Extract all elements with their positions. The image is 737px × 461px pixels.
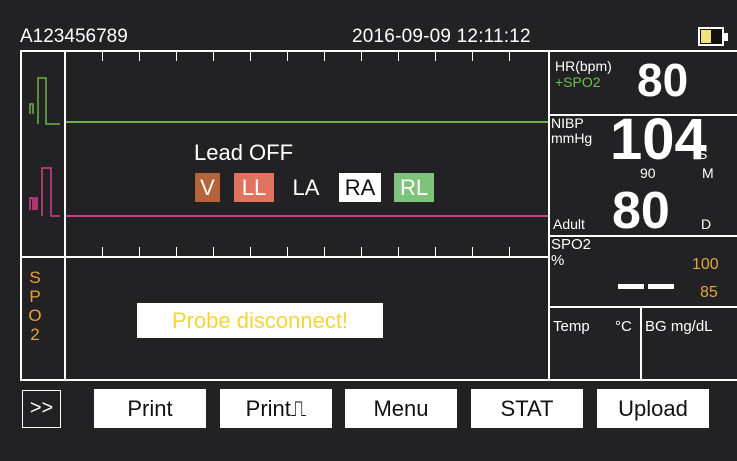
ecg-tick — [287, 247, 288, 256]
ecg-tick — [472, 52, 473, 61]
spo2-low-limit: 85 — [700, 284, 718, 301]
nibp-label: NIBP mmHg — [551, 116, 592, 146]
nibp-unit: mmHg — [551, 130, 593, 146]
spo2-letter: S — [29, 268, 41, 287]
nibp-d-label: D — [701, 216, 712, 232]
hr-label: HR(bpm) — [555, 58, 612, 74]
frame-left — [20, 50, 22, 380]
spo2-vertical-title: S P O 2 — [28, 268, 42, 344]
nibp-title: NIBP — [551, 115, 584, 131]
hr-source-label: +SPO2 — [555, 74, 601, 90]
frame-spo2-divider — [64, 256, 66, 380]
ecg-tick — [324, 52, 325, 61]
spo2-value-dash — [618, 284, 644, 289]
ecg-tick — [139, 52, 140, 61]
ecg-calibration-marks — [29, 77, 60, 217]
spo2-letter: P — [29, 287, 41, 306]
ecg-tick — [102, 52, 103, 61]
ecg-tick — [509, 52, 510, 61]
ecg-tick — [435, 247, 436, 256]
device-id: A123456789 — [20, 26, 128, 47]
spo2-unit: % — [551, 252, 565, 269]
spo2-label: SPO2 % — [551, 237, 591, 269]
temp-unit: °C — [615, 318, 632, 335]
ecg-tick — [250, 52, 251, 61]
ecg-tick — [509, 247, 510, 256]
frame-bottom — [20, 379, 737, 381]
ecg-trace-upper — [66, 121, 548, 123]
frame-spo2-bottom — [548, 306, 737, 308]
ecg-tick — [361, 52, 362, 61]
stat-button[interactable]: STAT — [471, 389, 583, 428]
nibp-diastolic-value: 80 — [612, 182, 670, 240]
ecg-tick — [398, 52, 399, 61]
print-button[interactable]: Print — [94, 389, 206, 428]
nibp-mean-value: 90 — [640, 165, 656, 181]
battery-level — [701, 30, 711, 43]
nibp-systolic-value: 104 — [610, 107, 707, 172]
upload-button[interactable]: Upload — [597, 389, 709, 428]
lead-ra: RA — [339, 173, 381, 202]
ecg-tick — [250, 247, 251, 256]
ecg-tick — [176, 247, 177, 256]
nibp-m-label: M — [702, 165, 714, 181]
ecg-tick — [435, 52, 436, 61]
ecg-tick — [213, 52, 214, 61]
spo2-title: SPO2 — [551, 236, 592, 253]
date-time: 2016-09-09 12:11:12 — [352, 26, 531, 47]
ecg-trace-lower — [66, 215, 548, 217]
frame-mid — [20, 256, 550, 258]
probe-disconnect-message: Probe disconnect! — [137, 303, 383, 338]
frame-right-panel — [548, 50, 550, 380]
more-button[interactable]: >> — [22, 390, 61, 428]
spo2-high-limit: 100 — [692, 256, 719, 273]
ecg-tick — [102, 247, 103, 256]
bg-label: BG mg/dL — [645, 318, 713, 335]
menu-button[interactable]: Menu — [345, 389, 457, 428]
lead-v: V — [195, 173, 220, 202]
ecg-tick — [361, 247, 362, 256]
ecg-tick — [324, 247, 325, 256]
temp-label: Temp — [553, 318, 590, 335]
frame-temp-divider — [640, 306, 642, 380]
lead-off-status: Lead OFF — [194, 140, 294, 165]
ecg-tick — [176, 52, 177, 61]
battery-icon — [698, 27, 724, 46]
ecg-tick — [472, 247, 473, 256]
lead-rl: RL — [394, 173, 434, 202]
ecg-tick — [398, 247, 399, 256]
ecg-tick — [213, 247, 214, 256]
lead-la: LA — [292, 175, 320, 200]
spo2-letter: 2 — [30, 325, 40, 344]
spo2-value-dash — [648, 284, 674, 289]
frame-top — [20, 50, 737, 52]
spo2-letter: O — [28, 306, 42, 325]
nibp-s-label: S — [698, 146, 708, 162]
ecg-tick — [139, 247, 140, 256]
ecg-tick — [287, 52, 288, 61]
patient-type: Adult — [553, 216, 585, 232]
battery-tip — [724, 33, 728, 41]
hr-value: 80 — [637, 54, 689, 106]
print-waveform-button[interactable]: Print⎍ — [220, 389, 332, 428]
lead-ll: LL — [234, 173, 274, 202]
